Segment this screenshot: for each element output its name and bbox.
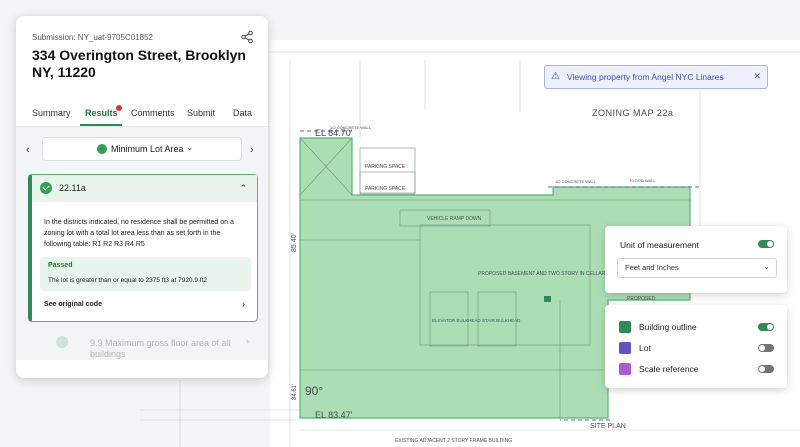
check-icon bbox=[56, 336, 68, 348]
rule-category-label: Minimum Lot Area bbox=[111, 144, 184, 154]
plan-label-proposed: PROPOSED bbox=[627, 296, 656, 302]
plan-label-basement: PROPOSED BASEMENT AND TWO STORY IN CELLA… bbox=[478, 271, 606, 277]
property-address: 334 Overington Street, Brooklyn NY, 1122… bbox=[32, 47, 246, 80]
next-rule-text: 9.9 Maximum gross floor area of all buil… bbox=[90, 338, 231, 359]
layer-swatch bbox=[619, 363, 631, 375]
tab-summary[interactable]: Summary bbox=[32, 108, 71, 118]
layer-lot: Lot bbox=[619, 341, 779, 355]
plan-label-parking-2: PARKING SPACE bbox=[365, 186, 406, 192]
check-icon bbox=[40, 182, 52, 194]
next-rule-card[interactable]: 9.9 Maximum gross floor area of all buil… bbox=[46, 330, 253, 370]
layer-name: Lot bbox=[639, 343, 651, 353]
submission-panel: Submission: NY_uat-9705C01852 334 Overin… bbox=[16, 16, 268, 378]
rule-category-dropdown[interactable]: Minimum Lot Area ⌄ bbox=[42, 137, 242, 161]
building-outline-toggle[interactable] bbox=[758, 323, 774, 331]
see-original-code-link[interactable]: See original code bbox=[44, 301, 102, 308]
unit-select[interactable]: Feet and Inches ⌄ bbox=[617, 258, 777, 278]
layer-name: Scale reference bbox=[639, 364, 699, 374]
viewing-property-notice: ⚠ Viewing property from Angel NYC Linare… bbox=[544, 65, 768, 89]
layer-swatch bbox=[619, 342, 631, 354]
rule-result-text: The lot is greater than or equal to 2375… bbox=[48, 277, 207, 284]
layer-name: Building outline bbox=[639, 322, 697, 332]
unit-label: Unit of measurement bbox=[620, 240, 699, 250]
share-icon[interactable] bbox=[240, 30, 254, 44]
plan-label-parking-1: PARKING SPACE bbox=[365, 164, 406, 170]
plan-label-wall-top: 1/2 CONCRETE WALL bbox=[330, 125, 372, 130]
scale-reference-toggle[interactable] bbox=[758, 365, 774, 373]
layer-swatch bbox=[619, 321, 631, 333]
rule-result-box: Passed The lot is greater than or equal … bbox=[40, 257, 251, 291]
plan-label-wall-right: 1/2 CONCRETE WALL bbox=[555, 179, 597, 184]
chevron-right-icon[interactable]: › bbox=[242, 299, 245, 309]
rule-card-header[interactable]: 22.11a ⌃ bbox=[32, 175, 257, 202]
plan-label-flood-wall: FLOOD WALL bbox=[630, 178, 656, 183]
layer-scale-reference: Scale reference bbox=[619, 362, 779, 376]
chevron-right-icon: › bbox=[246, 336, 249, 346]
rule-code: 22.11a bbox=[59, 183, 86, 193]
lot-toggle[interactable] bbox=[758, 344, 774, 352]
plan-label-angle: 90° bbox=[305, 384, 323, 398]
prev-rule-arrow-icon[interactable]: ‹ bbox=[26, 144, 30, 156]
tab-comments[interactable]: Comments bbox=[131, 108, 175, 118]
passed-check-icon bbox=[97, 144, 107, 154]
plan-label-dim-left: 85.40' bbox=[291, 233, 298, 252]
plan-label-elevator: ELEVATOR BULKHEAD bbox=[432, 318, 482, 323]
close-icon[interactable]: ✕ bbox=[753, 71, 761, 82]
layer-building-outline: Building outline bbox=[619, 320, 779, 334]
plan-label-site-plan: SITE PLAN bbox=[590, 423, 626, 430]
tab-data[interactable]: Data bbox=[233, 108, 252, 118]
plan-label-adjacent: EXISTING ADJACENT 2 STORY FRAME BUILDING bbox=[395, 438, 512, 444]
chevron-down-icon: ⌄ bbox=[763, 262, 770, 271]
tab-submit[interactable]: Submit bbox=[187, 108, 215, 118]
submission-id: Submission: NY_uat-9705C01852 bbox=[32, 33, 153, 42]
plan-label-elevation-bottom: EL 83.47' bbox=[315, 410, 353, 420]
warning-icon: ⚠ bbox=[551, 71, 560, 82]
plan-label-dim-bottom: 84.61' bbox=[292, 384, 298, 400]
tab-results[interactable]: Results bbox=[85, 108, 118, 118]
notification-dot bbox=[116, 105, 122, 111]
rule-text: In the districts indicated, no residence… bbox=[44, 219, 234, 248]
rule-status: Passed bbox=[48, 262, 73, 269]
rule-card: 22.11a ⌃ In the districts indicated, no … bbox=[28, 174, 258, 322]
notice-text: Viewing property from Angel NYC Linares bbox=[567, 72, 724, 82]
plan-label-ramp: VEHICLE RAMP DOWN bbox=[427, 216, 482, 222]
next-rule-arrow-icon[interactable]: › bbox=[250, 144, 254, 156]
unit-value: Feet and Inches bbox=[625, 263, 679, 272]
chevron-up-icon[interactable]: ⌃ bbox=[239, 183, 247, 194]
layer-panel: Building outline Lot Scale reference bbox=[605, 305, 787, 388]
active-tab-indicator bbox=[80, 124, 122, 126]
tab-bar: Summary Results Comments Submit Data bbox=[16, 104, 268, 127]
unit-toggle[interactable] bbox=[758, 240, 774, 248]
plan-label-zoning-map: ZONING MAP 22a bbox=[592, 108, 673, 118]
unit-panel: Unit of measurement Feet and Inches ⌄ bbox=[605, 226, 787, 293]
chevron-down-icon: ⌄ bbox=[186, 142, 194, 152]
plan-label-stair: STAIR BULKHEAD bbox=[482, 318, 521, 323]
